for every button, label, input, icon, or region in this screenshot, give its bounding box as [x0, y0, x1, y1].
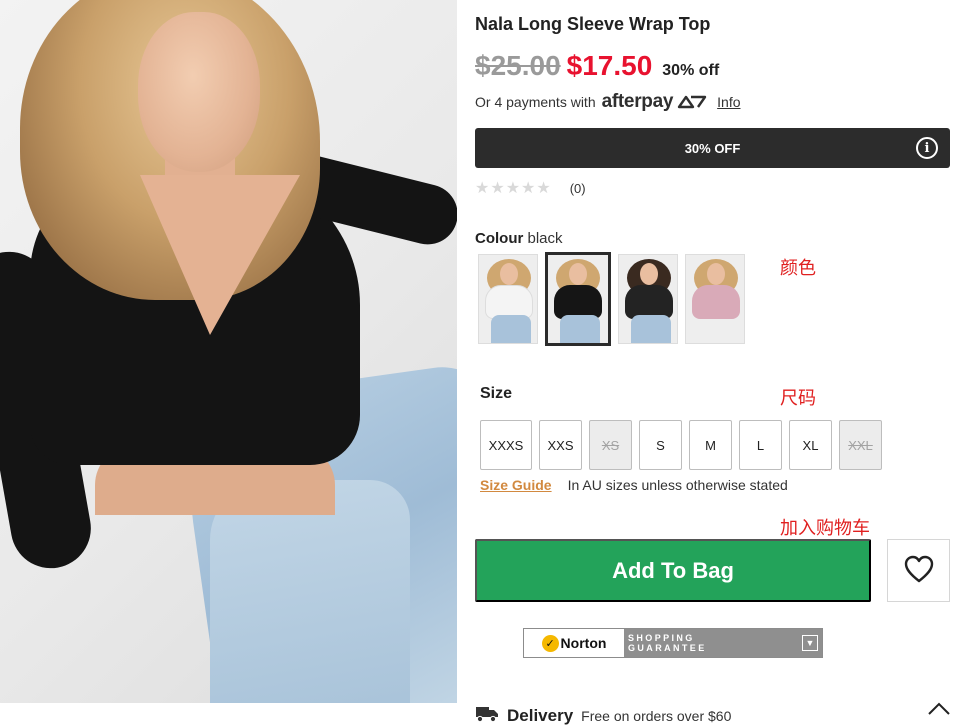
- size-option-xl[interactable]: XL: [789, 420, 832, 470]
- rating-stars: ★★★★★: [475, 180, 552, 197]
- annotation-add-to-bag: 加入购物车: [780, 518, 870, 538]
- norton-brand: Norton: [560, 635, 607, 651]
- afterpay-prefix: Or 4 payments with: [475, 94, 596, 110]
- add-to-bag-button[interactable]: Add To Bag: [475, 539, 871, 602]
- size-guide-row: Size Guide In AU sizes unless otherwise …: [480, 475, 788, 495]
- sale-price: $17.50: [566, 50, 653, 81]
- norton-guarantee: SHOPPING GUARANTEE ▼: [624, 629, 822, 657]
- review-count: (0): [569, 180, 586, 196]
- chevron-up-icon[interactable]: [927, 700, 951, 718]
- discount-label: 30% off: [662, 62, 720, 79]
- colour-label: Colour black: [475, 230, 563, 247]
- chevron-down-icon[interactable]: ▼: [802, 635, 818, 651]
- heart-icon: [904, 555, 934, 586]
- colour-heading: Colour: [475, 230, 524, 247]
- info-icon[interactable]: i: [916, 137, 938, 159]
- size-guide-link[interactable]: Size Guide: [480, 477, 552, 493]
- promo-banner[interactable]: 30% OFF i: [475, 128, 950, 168]
- colour-swatch-white[interactable]: [478, 254, 538, 344]
- wishlist-button[interactable]: [887, 539, 950, 602]
- size-option-s[interactable]: S: [639, 420, 682, 470]
- truck-icon: [475, 705, 499, 728]
- delivery-section[interactable]: Delivery Free on orders over $60: [475, 704, 731, 728]
- afterpay-logo: afterpay: [601, 91, 674, 112]
- promo-label: 30% OFF: [684, 140, 741, 156]
- norton-logo: ✓ Norton: [524, 629, 624, 657]
- afterpay-row: Or 4 payments with afterpay Info: [475, 90, 741, 114]
- colour-swatches: [478, 252, 745, 346]
- delivery-title: Delivery: [507, 706, 574, 725]
- product-title: Nala Long Sleeve Wrap Top: [475, 14, 711, 34]
- delivery-note: Free on orders over $60: [581, 708, 732, 724]
- norton-badge[interactable]: ✓ Norton SHOPPING GUARANTEE ▼: [523, 628, 823, 658]
- annotation-size: 尺码: [780, 388, 816, 408]
- norton-line-2: GUARANTEE: [628, 643, 707, 653]
- size-option-l[interactable]: L: [739, 420, 782, 470]
- size-option-m[interactable]: M: [689, 420, 732, 470]
- afterpay-mark-icon: [677, 95, 707, 109]
- afterpay-info-link[interactable]: Info: [717, 94, 740, 110]
- size-options: XXXS XXS XS S M L XL XXL: [480, 420, 882, 470]
- colour-swatch-pink[interactable]: [685, 254, 745, 344]
- norton-check-icon: ✓: [541, 634, 559, 652]
- size-option-xxxs[interactable]: XXXS: [480, 420, 532, 470]
- annotation-colour: 颜色: [780, 258, 816, 278]
- size-note: In AU sizes unless otherwise stated: [567, 477, 788, 493]
- rating-row[interactable]: ★★★★★ (0): [475, 178, 586, 198]
- norton-line-1: SHOPPING: [628, 633, 695, 643]
- original-price: $25.00: [475, 50, 561, 81]
- colour-swatch-black-print[interactable]: [618, 254, 678, 344]
- size-heading: Size: [480, 385, 513, 402]
- product-details: Nala Long Sleeve Wrap Top $25.00 $17.50 …: [475, 0, 969, 728]
- size-option-xxl[interactable]: XXL: [839, 420, 882, 470]
- selected-colour: black: [527, 230, 563, 247]
- colour-swatch-black[interactable]: [545, 252, 611, 346]
- product-image[interactable]: [0, 0, 457, 703]
- size-option-xs[interactable]: XS: [589, 420, 632, 470]
- price-row: $25.00 $17.50 30% off: [475, 50, 719, 86]
- size-option-xxs[interactable]: XXS: [539, 420, 582, 470]
